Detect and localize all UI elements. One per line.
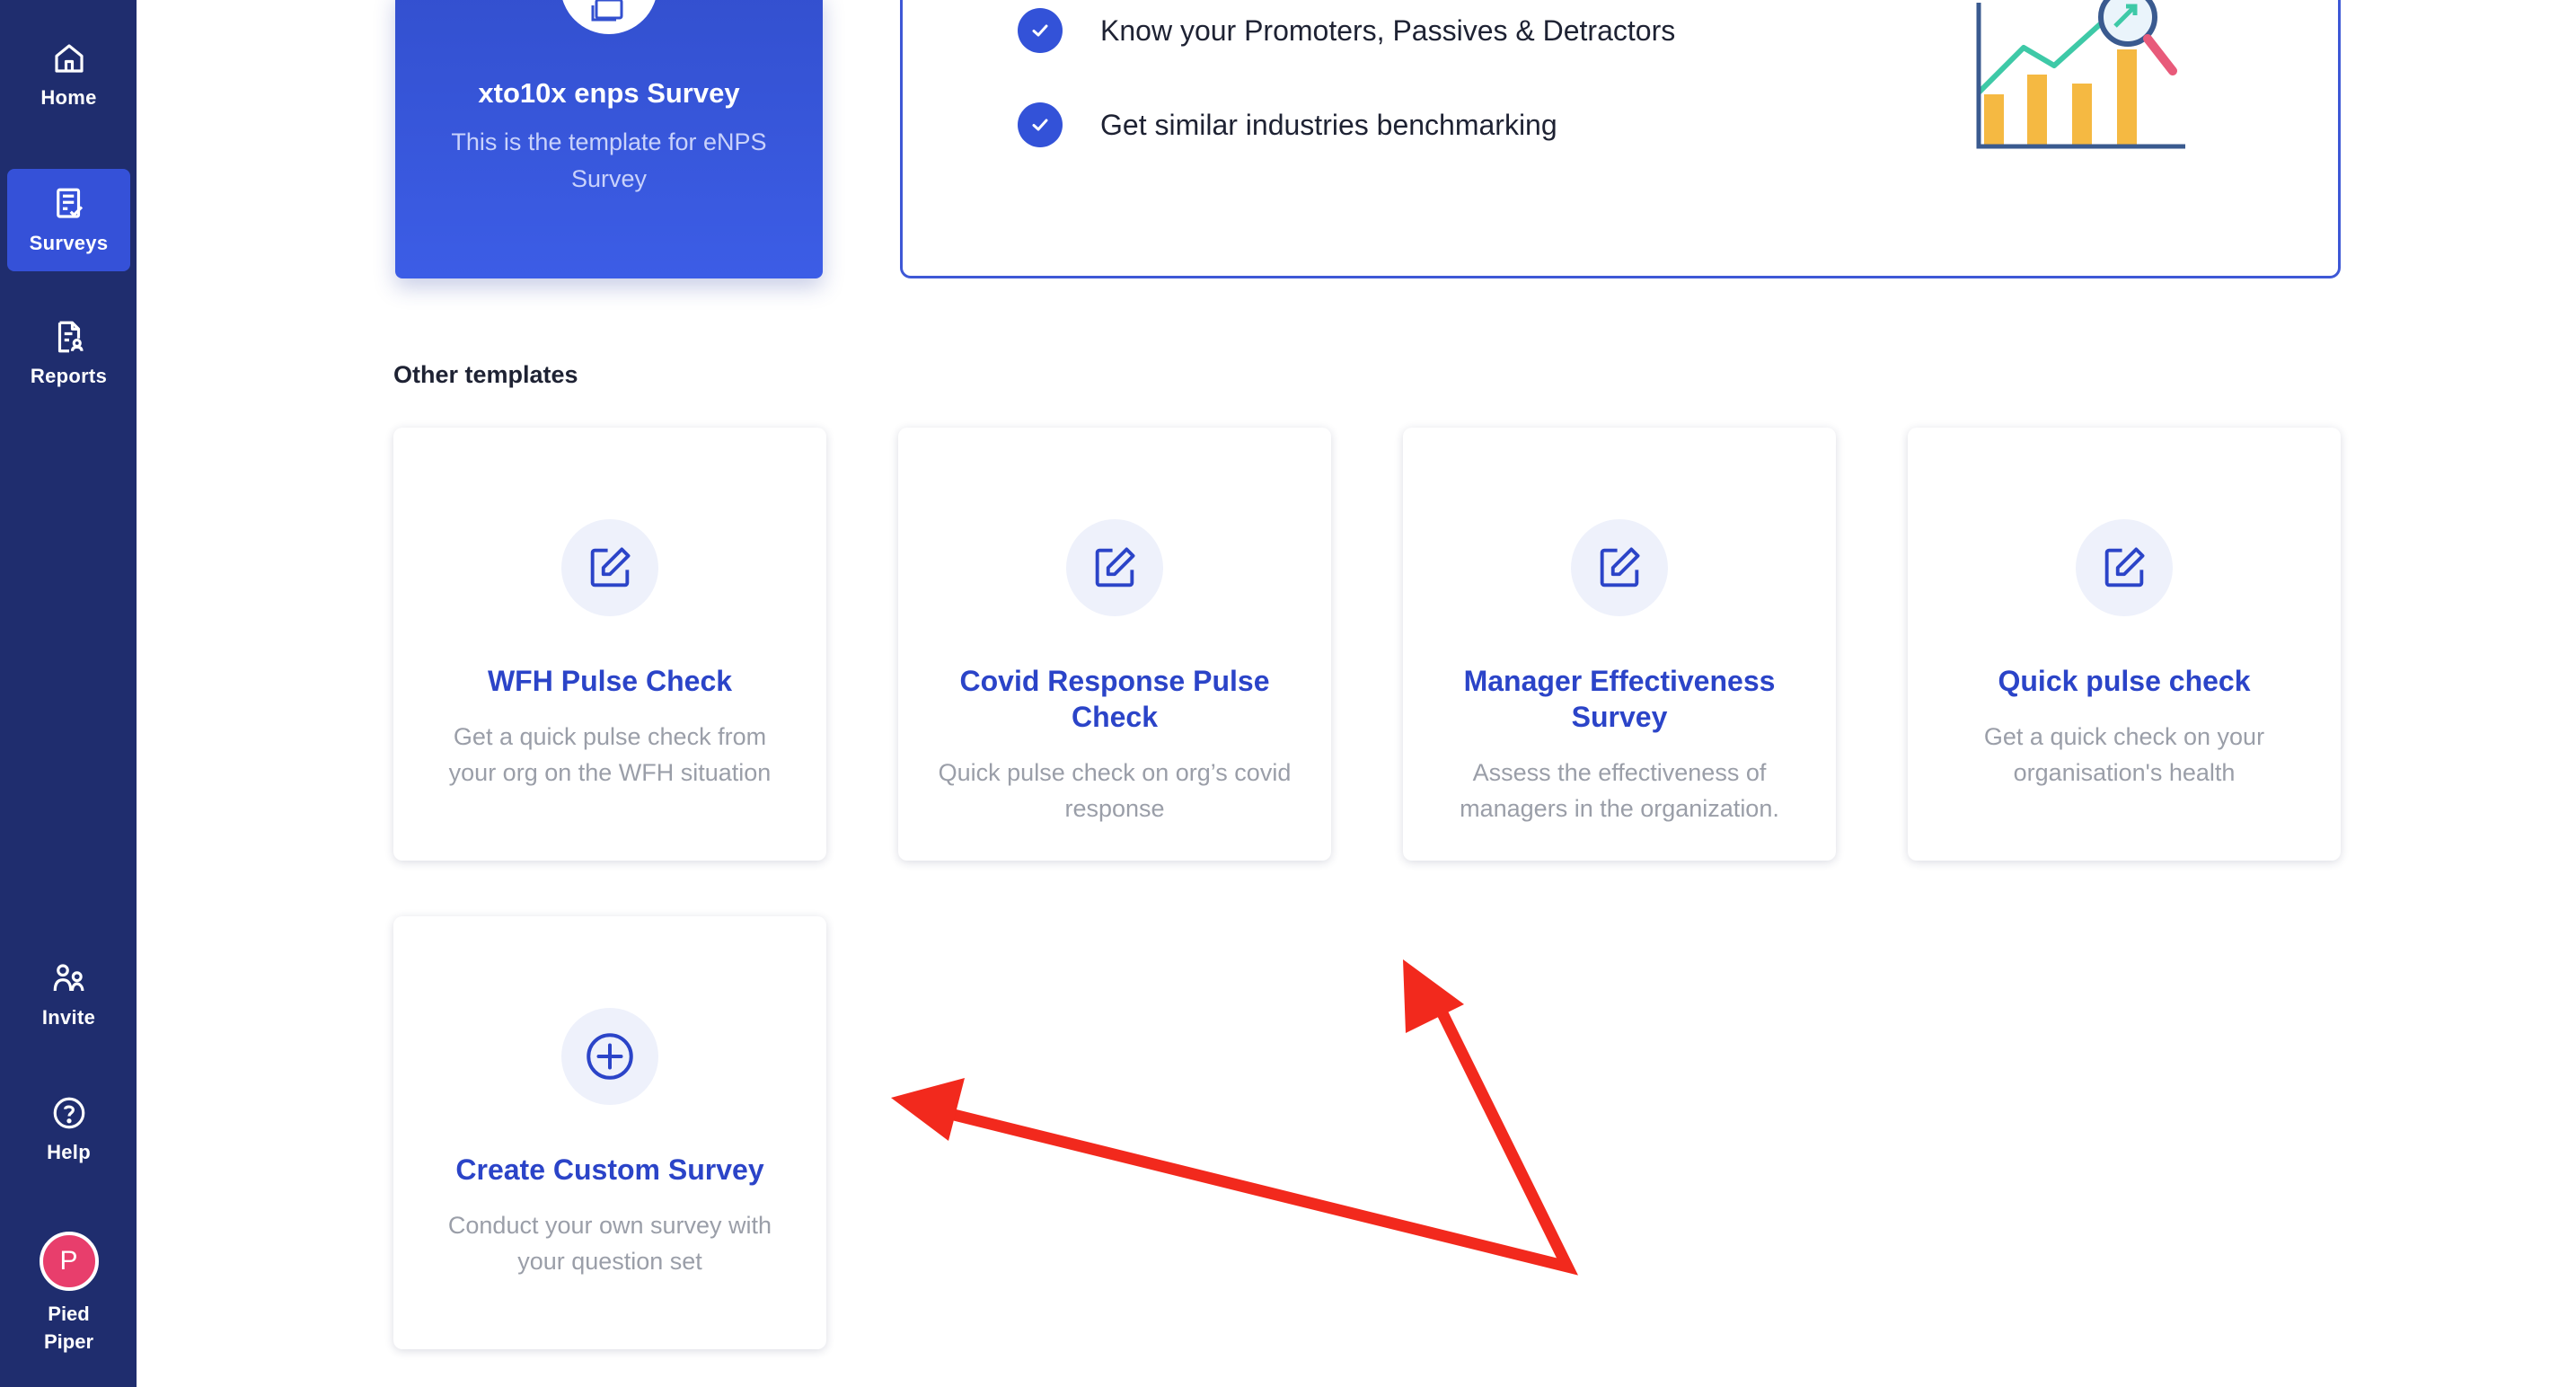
template-card-wfh[interactable]: WFH Pulse Check Get a quick pulse check … xyxy=(393,428,826,861)
template-description: Assess the effectiveness of managers in … xyxy=(1460,759,1779,822)
benefit-item: Know your Promoters, Passives & Detracto… xyxy=(1018,8,1675,53)
custom-survey-title: Create Custom Survey xyxy=(455,1153,764,1186)
plus-circle-icon xyxy=(587,1033,633,1080)
custom-survey-description: Conduct your own survey with your questi… xyxy=(447,1212,772,1275)
template-description: Get a quick check on your organisation's… xyxy=(1983,723,2265,786)
icon-circle xyxy=(561,1008,658,1105)
nav-surveys-label: Surveys xyxy=(29,232,109,254)
icon-circle xyxy=(2076,519,2173,616)
icon-circle xyxy=(561,519,658,616)
featured-template-card[interactable]: xto10x enps Survey This is the template … xyxy=(395,0,823,278)
template-icon xyxy=(591,0,623,22)
template-description: Get a quick pulse check from your org on… xyxy=(448,723,772,786)
template-card-quick-pulse[interactable]: Quick pulse check Get a quick check on y… xyxy=(1908,428,2341,861)
surveys-icon xyxy=(56,188,83,218)
reports-icon xyxy=(57,321,84,353)
template-card-manager-effectiveness[interactable]: Manager Effectiveness Survey Assess the … xyxy=(1403,428,1836,861)
org-switcher[interactable]: P Pied Piper xyxy=(7,1222,130,1365)
org-name-line2: Piper xyxy=(43,1330,94,1353)
edit-icon xyxy=(590,547,631,587)
home-icon xyxy=(54,44,84,73)
growth-chart-illustration-icon xyxy=(1976,0,2185,149)
nav-home[interactable]: Home xyxy=(7,23,130,126)
annotation-arrowhead-up xyxy=(1403,959,1464,1033)
featured-title: xto10x enps Survey xyxy=(478,77,740,109)
benefit-text: Get similar industries benchmarking xyxy=(1100,108,1557,141)
icon-circle xyxy=(1571,519,1668,616)
help-icon xyxy=(53,1097,84,1129)
check-icon xyxy=(1018,8,1063,53)
create-custom-survey-card[interactable]: Create Custom Survey Conduct your own su… xyxy=(393,916,826,1349)
invite-icon xyxy=(53,964,84,992)
template-card-covid[interactable]: Covid Response Pulse Check Quick pulse c… xyxy=(898,428,1331,861)
annotation-arrow-line xyxy=(941,1005,1579,1276)
template-title: Covid Response Pulse Check xyxy=(959,665,1270,733)
nav-surveys[interactable]: Surveys xyxy=(7,169,130,271)
benefits-panel: Know your Promoters, Passives & Detracto… xyxy=(900,0,2341,278)
edit-icon xyxy=(2104,547,2145,587)
template-title: Quick pulse check xyxy=(1998,665,2251,697)
nav-invite-label: Invite xyxy=(41,1006,96,1029)
template-title: WFH Pulse Check xyxy=(487,665,733,697)
nav-help-label: Help xyxy=(47,1141,91,1163)
sidebar: Home Surveys Reports Invite Help P Pied … xyxy=(0,0,137,1387)
org-name: Pied Piper xyxy=(44,1300,93,1356)
edit-icon xyxy=(1095,547,1135,587)
check-icon xyxy=(1018,102,1063,147)
org-name-line1: Pied xyxy=(48,1303,90,1325)
nav-help[interactable]: Help xyxy=(7,1078,130,1180)
nav-home-label: Home xyxy=(40,86,97,109)
nav-invite[interactable]: Invite xyxy=(7,943,130,1046)
nav-reports-label: Reports xyxy=(30,365,108,387)
featured-icon-circle xyxy=(560,0,657,34)
featured-description: This is the template for eNPS Survey xyxy=(451,128,767,192)
template-description: Quick pulse check on org’s covid respons… xyxy=(938,759,1292,822)
edit-icon xyxy=(1600,547,1640,587)
benefit-text: Know your Promoters, Passives & Detracto… xyxy=(1100,13,1676,47)
section-title: Other templates xyxy=(393,361,578,388)
icon-circle xyxy=(1066,519,1163,616)
nav-reports[interactable]: Reports xyxy=(7,302,130,404)
benefit-item: Get similar industries benchmarking xyxy=(1018,102,1557,147)
avatar: P xyxy=(39,1232,99,1291)
annotation-arrowhead-left xyxy=(891,1078,965,1141)
template-title: Manager Effectiveness Survey xyxy=(1463,665,1776,733)
